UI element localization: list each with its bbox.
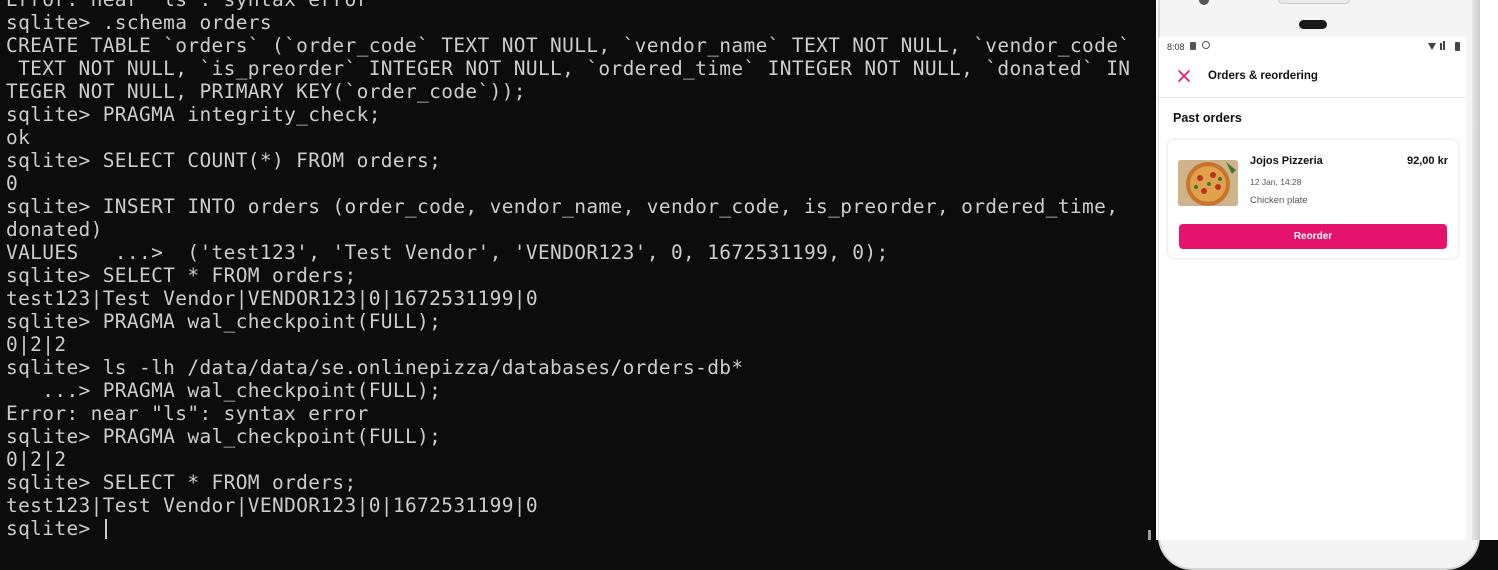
app-bar-title: Orders & reordering xyxy=(1208,70,1318,82)
terminal-line: ...> PRAGMA wal_checkpoint(FULL); xyxy=(6,379,442,402)
terminal-line: ok xyxy=(6,126,31,149)
terminal-scrollbar[interactable] xyxy=(1148,530,1151,540)
terminal-line: sqlite> ls -lh /data/data/se.onlinepizza… xyxy=(6,356,744,379)
order-item: Chicken plate xyxy=(1250,195,1308,206)
wifi-icon xyxy=(1428,41,1445,50)
terminal-line: TEGER NOT NULL, PRIMARY KEY(`order_code`… xyxy=(6,80,526,103)
status-bar: 8:08 xyxy=(1159,37,1466,57)
phone-screen: 8:08 Orders & reordering Past orders Joj… xyxy=(1159,37,1466,540)
terminal-line: sqlite> INSERT INTO orders (order_code, … xyxy=(6,195,1119,218)
speaker-slot xyxy=(1278,0,1350,4)
terminal-line: sqlite> PRAGMA wal_checkpoint(FULL); xyxy=(6,310,442,333)
terminal-line: Error: near "ls": syntax error xyxy=(6,0,1130,11)
order-price: 92,00 kr xyxy=(1407,155,1448,167)
terminal-line: sqlite> SELECT * FROM orders; xyxy=(6,264,357,287)
terminal-line: 0|2|2 xyxy=(6,333,67,356)
status-time: 8:08 xyxy=(1167,42,1185,52)
order-card[interactable]: Jojos Pizzeria 92,00 kr 12 Jan, 14:28 Ch… xyxy=(1168,140,1458,258)
terminal-line: sqlite> PRAGMA wal_checkpoint(FULL); xyxy=(6,425,442,448)
app-bar: Orders & reordering xyxy=(1159,59,1466,98)
sync-icon xyxy=(1202,41,1210,49)
front-camera-notch xyxy=(1299,20,1327,29)
terminal-line: 0 xyxy=(6,172,19,195)
terminal-line: test123|Test Vendor|VENDOR123|0|16725311… xyxy=(6,494,538,517)
close-icon[interactable] xyxy=(1177,69,1191,83)
terminal-line: TEXT NOT NULL, `is_preorder` INTEGER NOT… xyxy=(6,57,1131,80)
prompt-text: sqlite> xyxy=(6,517,103,540)
terminal-line: Error: near "ls": syntax error xyxy=(6,402,369,425)
text-cursor xyxy=(104,519,107,539)
terminal-line: sqlite> PRAGMA integrity_check; xyxy=(6,103,381,126)
terminal-line: CREATE TABLE `orders` (`order_code` TEXT… xyxy=(6,34,1131,57)
order-date: 12 Jan, 14:28 xyxy=(1250,177,1302,187)
terminal-line: 0|2|2 xyxy=(6,448,67,471)
terminal-line: donated) xyxy=(6,218,103,241)
terminal-line: VALUES ...> ('test123', 'Test Vendor', '… xyxy=(6,241,889,264)
battery-icon xyxy=(1455,42,1460,51)
terminal-window[interactable]: Error: near "ls": syntax errorsqlite> .s… xyxy=(0,0,1156,540)
reorder-button[interactable]: Reorder xyxy=(1179,224,1447,249)
terminal-line: test123|Test Vendor|VENDOR123|0|16725311… xyxy=(6,287,538,310)
terminal-line: sqlite> SELECT * FROM orders; xyxy=(6,471,357,494)
terminal-line: sqlite> SELECT COUNT(*) FROM orders; xyxy=(6,149,442,172)
phone-side-edge xyxy=(1472,0,1480,540)
terminal-prompt[interactable]: sqlite> xyxy=(6,517,1130,540)
terminal-output: Error: near "ls": syntax errorsqlite> .s… xyxy=(6,0,1130,540)
notification-icon xyxy=(1190,42,1196,50)
vendor-name: Jojos Pizzeria xyxy=(1250,155,1323,167)
terminal-line: sqlite> .schema orders xyxy=(6,11,272,34)
food-image xyxy=(1178,160,1238,206)
section-title: Past orders xyxy=(1173,111,1242,125)
